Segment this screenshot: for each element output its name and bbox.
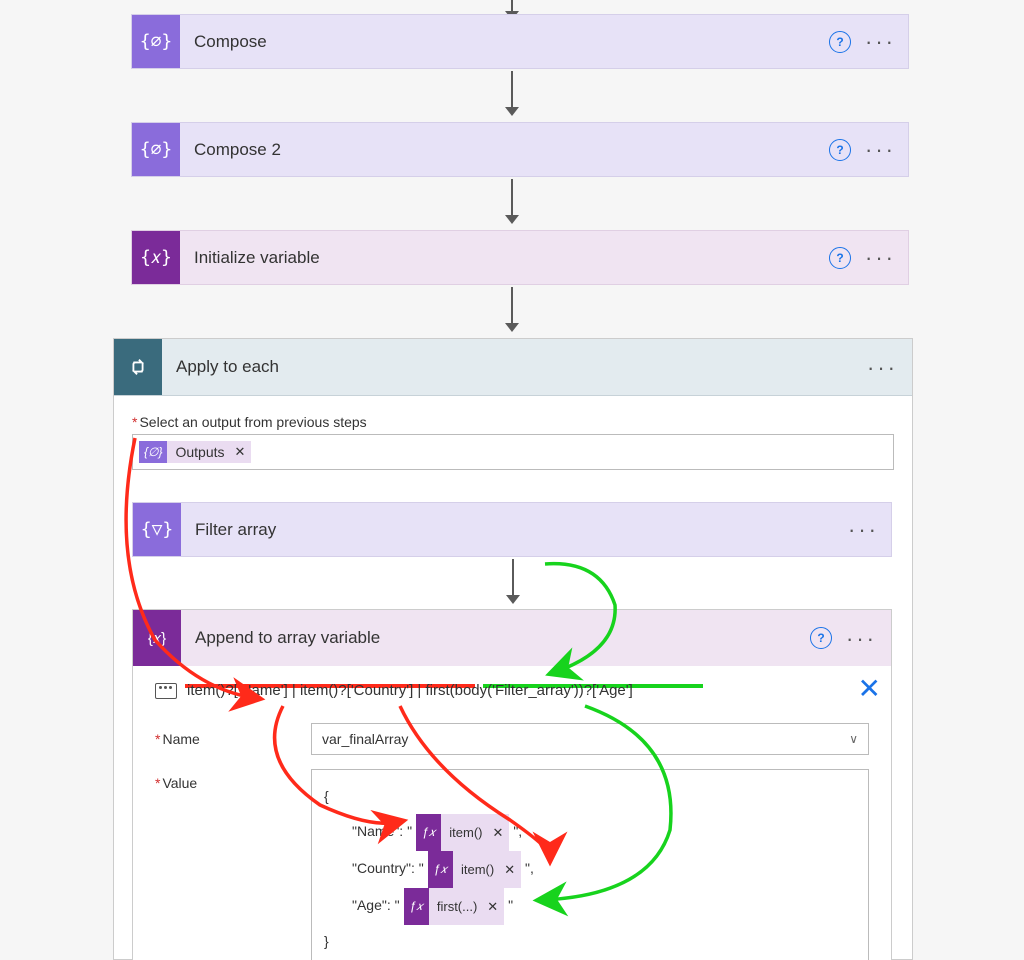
chip-label: first(...) [429,888,485,925]
card-compose2[interactable]: {∅} Compose 2 ? ··· [131,122,909,177]
fx-chip-first-age[interactable]: ƒ𝑥 first(...) ✕ [404,888,505,925]
remove-chip-icon[interactable]: ✕ [485,891,504,922]
panel-append: {𝑥} Append to array variable ? ··· ✕ ite… [132,609,892,960]
json-country-key: "Country": " [352,860,424,876]
value-input[interactable]: { "Name": " ƒ𝑥 item() ✕ ", "Country": " [311,769,869,960]
connector-1 [505,71,519,116]
json-tail: ", [513,823,522,839]
panel-apply-title: Apply to each [162,357,867,377]
json-name-key: "Name": " [352,823,412,839]
chevron-down-icon: ∨ [849,732,858,746]
brace-close: } [324,925,856,959]
connector-2 [505,179,519,224]
outputs-chip[interactable]: {∅} Outputs ✕ [139,441,251,463]
json-tail: " [508,897,513,913]
connector-3 [505,287,519,332]
card-compose2-title: Compose 2 [180,140,829,160]
name-label: *Name [155,731,311,747]
remove-chip-icon[interactable]: ✕ [233,444,252,460]
loop-icon [114,339,162,395]
fx-icon: ƒ𝑥 [428,851,453,888]
variable-icon: {𝑥} [132,231,180,284]
connector-4 [506,559,520,604]
compose-icon: {∅} [132,123,180,176]
more-icon[interactable]: ··· [865,252,896,263]
more-icon[interactable]: ··· [867,362,898,373]
chip-label: item() [441,814,490,851]
card-compose-title: Compose [180,32,829,52]
expression-text: item()?['Name'] | item()?['Country'] | f… [187,682,633,699]
fx-icon: ƒ𝑥 [404,888,429,925]
more-icon[interactable]: ··· [865,144,896,155]
variable-icon: {𝑥} [133,610,181,666]
chip-label: Outputs [167,441,232,463]
expression-comment: item()?['Name'] | item()?['Country'] | f… [155,682,869,707]
name-select[interactable]: var_finalArray ∨ [311,723,869,755]
value-label: *Value [155,769,311,960]
card-compose[interactable]: {∅} Compose ? ··· [131,14,909,69]
filter-icon: {▽} [133,503,181,556]
close-icon[interactable]: ✕ [858,672,881,705]
card-filter-array[interactable]: {▽} Filter array ··· [132,502,892,557]
card-init-variable[interactable]: {𝑥} Initialize variable ? ··· [131,230,909,285]
remove-chip-icon[interactable]: ✕ [502,854,521,885]
card-filter-title: Filter array [181,520,848,540]
help-icon[interactable]: ? [810,627,832,649]
json-tail: ", [525,860,534,876]
json-age-key: "Age": " [352,897,400,913]
fx-icon: ƒ𝑥 [416,814,441,851]
card-initvar-title: Initialize variable [180,248,829,268]
comment-icon [155,683,177,699]
remove-chip-icon[interactable]: ✕ [491,817,510,848]
name-value: var_finalArray [322,731,408,747]
chip-label: item() [453,851,502,888]
card-append-title: Append to array variable [181,628,810,648]
help-icon[interactable]: ? [829,31,851,53]
brace-open: { [324,780,856,814]
select-output-label: *Select an output from previous steps [132,414,894,430]
fx-chip-item-name[interactable]: ƒ𝑥 item() ✕ [416,814,509,851]
more-icon[interactable]: ··· [865,36,896,47]
more-icon[interactable]: ··· [848,524,879,535]
fx-chip-item-country[interactable]: ƒ𝑥 item() ✕ [428,851,521,888]
more-icon[interactable]: ··· [846,633,877,644]
select-output-input[interactable]: {∅} Outputs ✕ [132,434,894,470]
panel-apply-to-each: Apply to each ··· *Select an output from… [113,338,913,960]
compose-icon: {∅} [132,15,180,68]
help-icon[interactable]: ? [829,139,851,161]
compose-icon: {∅} [139,441,167,463]
help-icon[interactable]: ? [829,247,851,269]
